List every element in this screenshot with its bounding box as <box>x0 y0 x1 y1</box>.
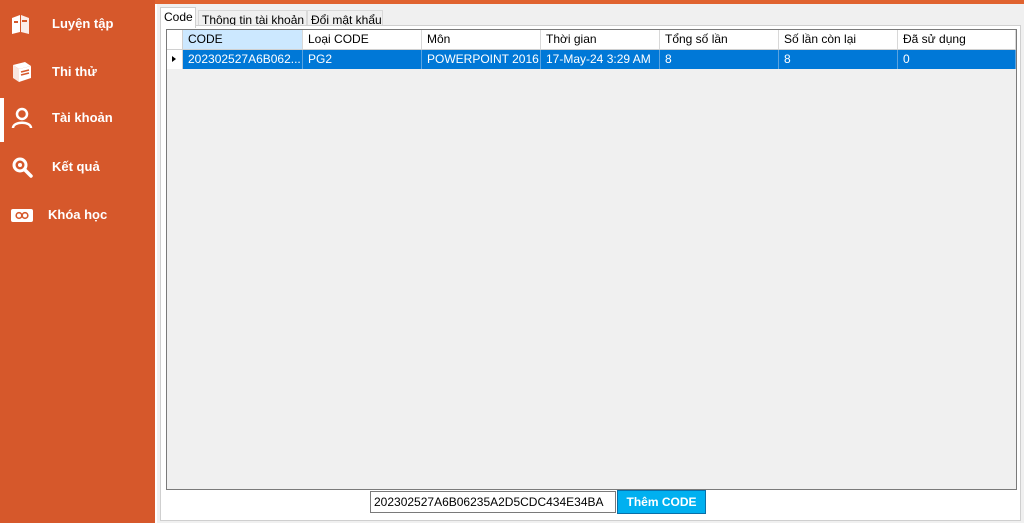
code-grid[interactable]: CODE Loại CODE Môn Thời gian Tổng số lần… <box>166 29 1017 490</box>
current-row-arrow-icon <box>172 56 176 62</box>
code-input[interactable] <box>370 491 616 513</box>
table-row[interactable]: 202302527A6B062... PG2 POWERPOINT 2016 1… <box>167 50 1016 69</box>
column-header-subject[interactable]: Môn <box>422 30 541 49</box>
magnifier-icon <box>10 155 34 179</box>
cell-code[interactable]: 202302527A6B062... <box>183 50 303 69</box>
cell-remaining[interactable]: 8 <box>779 50 898 69</box>
cell-total[interactable]: 8 <box>660 50 779 69</box>
column-header-code[interactable]: CODE <box>183 30 303 49</box>
grid-corner <box>167 30 183 49</box>
column-header-used[interactable]: Đã sử dụng <box>898 30 1016 49</box>
sidebar-item-label: Khóa học <box>48 207 108 222</box>
add-code-button[interactable]: Thêm CODE <box>617 490 706 514</box>
cell-used[interactable]: 0 <box>898 50 1016 69</box>
sidebar-item-label: Thi thử <box>52 64 97 79</box>
cell-subject[interactable]: POWERPOINT 2016 <box>422 50 541 69</box>
active-indicator <box>0 98 4 142</box>
sidebar-item-label: Luyện tập <box>52 16 114 31</box>
sidebar-item-label: Kết quả <box>52 159 100 174</box>
column-header-remaining[interactable]: Số lần còn lại <box>779 30 898 49</box>
sidebar: Luyện tập Thi thử Tài khoản Kết quả Khóa… <box>0 0 155 523</box>
row-selector[interactable] <box>167 50 183 69</box>
sidebar-item-tai-khoan[interactable]: Tài khoản <box>0 98 155 142</box>
course-icon <box>10 203 34 227</box>
user-icon <box>10 106 34 130</box>
sidebar-item-khoa-hoc[interactable]: Khóa học <box>0 195 155 235</box>
sidebar-item-ket-qua[interactable]: Kết quả <box>0 147 155 187</box>
books-icon <box>10 12 34 36</box>
tab-code[interactable]: Code <box>160 7 196 28</box>
grid-header: CODE Loại CODE Môn Thời gian Tổng số lần… <box>167 30 1016 50</box>
main-content: Code Thông tin tài khoản Đổi mật khẩu CO… <box>157 4 1024 523</box>
sidebar-item-thi-thu[interactable]: Thi thử <box>0 52 155 92</box>
code-tab-panel: CODE Loại CODE Môn Thời gian Tổng số lần… <box>160 25 1021 521</box>
column-header-code-type[interactable]: Loại CODE <box>303 30 422 49</box>
sidebar-item-label: Tài khoản <box>52 110 113 125</box>
cell-time[interactable]: 17-May-24 3:29 AM <box>541 50 660 69</box>
cell-code-type[interactable]: PG2 <box>303 50 422 69</box>
column-header-time[interactable]: Thời gian <box>541 30 660 49</box>
sidebar-item-luyen-tap[interactable]: Luyện tập <box>0 4 155 44</box>
column-header-total[interactable]: Tổng số lần <box>660 30 779 49</box>
book-icon <box>10 60 34 84</box>
